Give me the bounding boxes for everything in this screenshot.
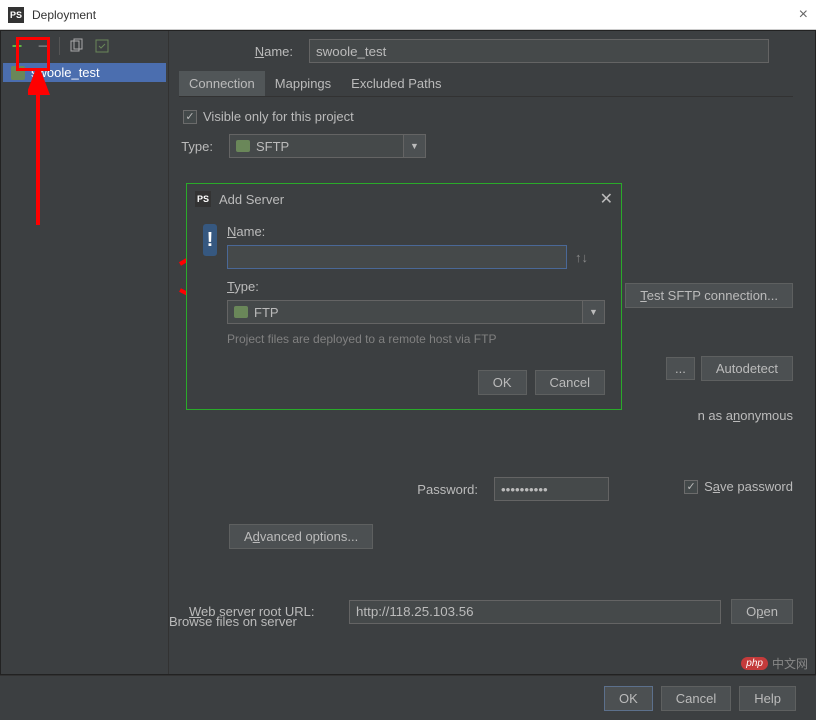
name-row: Name:	[179, 39, 793, 63]
server-list: swoole_test	[1, 61, 168, 674]
name-label: Name:	[179, 44, 309, 59]
anonymous-label: n as anonymous	[698, 408, 793, 423]
visible-only-checkbox[interactable]: ✓	[183, 110, 197, 124]
advanced-options-button[interactable]: Advanced options...	[229, 524, 373, 549]
type-dropdown-arrow[interactable]: ▼	[404, 134, 426, 158]
dialog-type-dropdown-arrow[interactable]: ▼	[583, 300, 605, 324]
add-server-title: Add Server	[219, 192, 284, 207]
close-icon[interactable]: ×	[799, 6, 808, 24]
sort-icon[interactable]: ↑↓	[575, 250, 588, 265]
add-server-footer: OK Cancel	[203, 370, 605, 395]
sidebar-toolbar: + −	[1, 31, 168, 61]
server-item-swoole-test[interactable]: swoole_test	[3, 63, 166, 82]
separator	[59, 37, 60, 55]
dialog-name-label: Name:	[227, 224, 605, 239]
dialog-ok-button[interactable]: OK	[478, 370, 527, 395]
dialog-type-label: Type:	[227, 279, 605, 294]
open-button[interactable]: Open	[731, 599, 793, 624]
web-url-row: Web server root URL: Open	[189, 599, 793, 624]
dialog-cancel-button[interactable]: Cancel	[535, 370, 605, 395]
autodetect-button[interactable]: Autodetect	[701, 356, 793, 381]
cancel-button[interactable]: Cancel	[661, 686, 731, 711]
add-server-dialog: PS Add Server ✕ ! Name: ↑↓ Type: FTP ▼ P…	[186, 183, 622, 410]
dialog-close-icon[interactable]: ✕	[600, 189, 613, 209]
sidebar: + − swoole_test	[1, 31, 169, 674]
password-label: Password:	[364, 482, 494, 497]
dialog-footer: OK Cancel Help	[0, 675, 816, 720]
server-item-label: swoole_test	[31, 65, 100, 80]
dialog-type-value: FTP	[227, 300, 583, 324]
save-password-row: ✓ Save password	[684, 479, 793, 494]
type-label: Type:	[179, 139, 229, 154]
server-icon	[11, 66, 25, 80]
default-icon[interactable]	[90, 34, 114, 58]
app-icon: PS	[8, 7, 24, 23]
test-connection-row: Test SFTP connection...	[619, 283, 793, 308]
ftp-icon	[234, 306, 248, 318]
name-input[interactable]	[309, 39, 769, 63]
save-password-checkbox[interactable]: ✓	[684, 480, 698, 494]
web-url-input[interactable]	[349, 600, 721, 624]
web-url-label: Web server root URL:	[189, 604, 349, 619]
type-row: Type: SFTP ▼	[179, 134, 793, 158]
watermark-badge: php	[741, 657, 768, 670]
password-input[interactable]	[494, 477, 609, 501]
visible-only-row: ✓ Visible only for this project	[183, 109, 793, 124]
visible-only-label: Visible only for this project	[203, 109, 354, 124]
sftp-icon	[236, 140, 250, 152]
window-title: Deployment	[32, 8, 799, 22]
ok-button[interactable]: OK	[604, 686, 653, 711]
titlebar: PS Deployment ×	[0, 0, 816, 30]
type-value: SFTP	[229, 134, 404, 158]
dialog-body: ! Name: ↑↓ Type: FTP ▼ Project files are…	[187, 214, 621, 409]
password-row: Password:	[364, 477, 609, 501]
dialog-name-input[interactable]	[227, 245, 567, 269]
dialog-name-section: ! Name: ↑↓ Type: FTP ▼ Project files are…	[203, 224, 605, 346]
path-buttons-row: ... Autodetect	[666, 356, 793, 381]
add-server-button[interactable]: +	[5, 34, 29, 58]
tab-connection[interactable]: Connection	[179, 71, 265, 96]
help-button[interactable]: Help	[739, 686, 796, 711]
tab-excluded-paths[interactable]: Excluded Paths	[341, 71, 451, 96]
watermark-text: 中文网	[772, 655, 808, 672]
info-icon: !	[203, 224, 217, 256]
remove-server-button[interactable]: −	[31, 34, 55, 58]
copy-icon[interactable]	[64, 34, 88, 58]
tab-mappings[interactable]: Mappings	[265, 71, 341, 96]
dialog-app-icon: PS	[195, 191, 211, 207]
dialog-title-left: PS Add Server	[195, 191, 284, 207]
watermark: php 中文网	[741, 655, 808, 672]
add-server-titlebar: PS Add Server ✕	[187, 184, 621, 214]
type-select: SFTP ▼	[229, 134, 426, 158]
tabs: Connection Mappings Excluded Paths	[179, 71, 793, 97]
dialog-hint: Project files are deployed to a remote h…	[227, 332, 605, 346]
browse-path-button[interactable]: ...	[666, 357, 695, 380]
test-connection-button[interactable]: Test SFTP connection...	[625, 283, 793, 308]
anonymous-row: n as anonymous	[698, 408, 793, 423]
save-password-label: Save password	[704, 479, 793, 494]
dialog-type-select: FTP ▼	[227, 300, 605, 324]
